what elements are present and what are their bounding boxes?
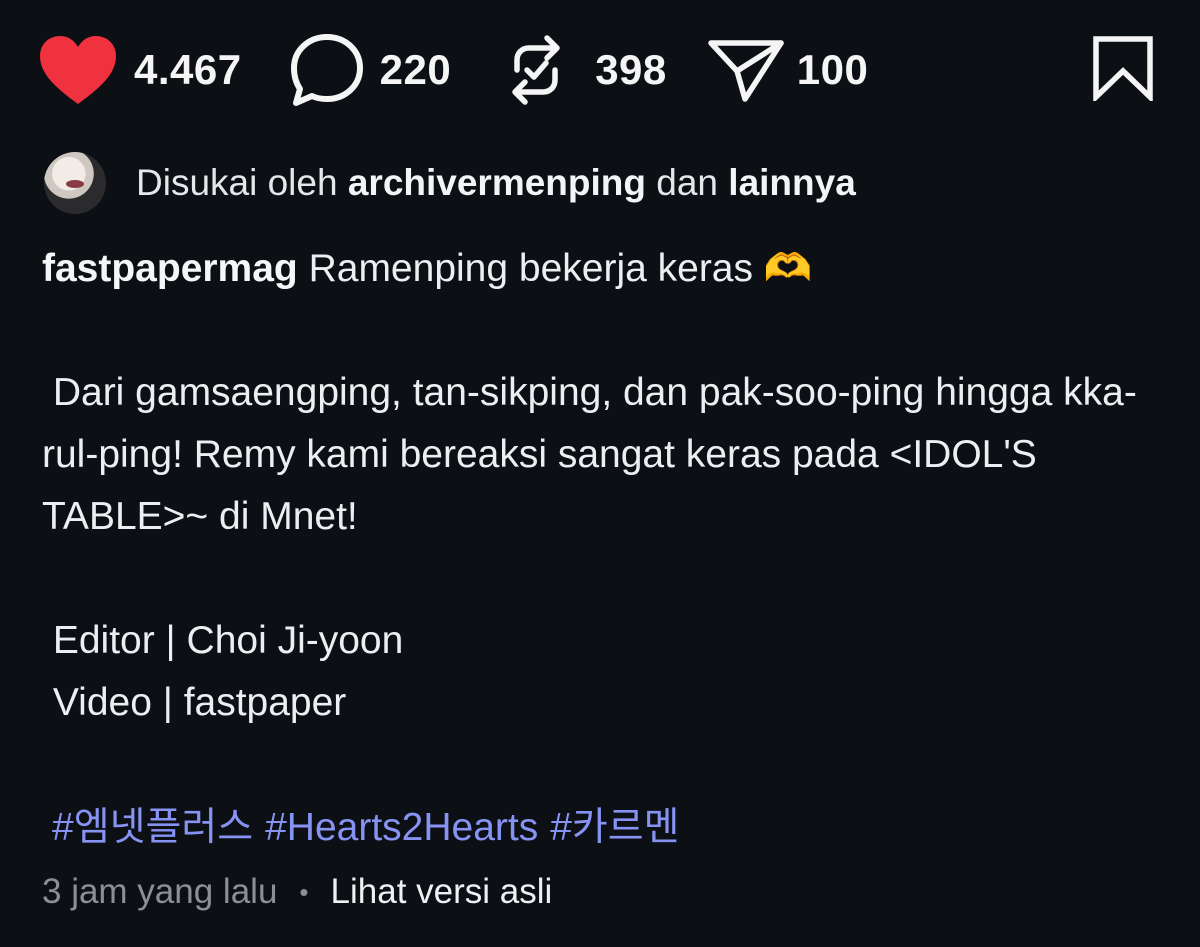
post-username[interactable]: fastpapermag: [42, 247, 298, 290]
repost-icon: [512, 35, 560, 105]
caption-video: Video | fastpaper: [42, 681, 347, 724]
hashtag-link[interactable]: #엠넷플러스: [52, 806, 253, 849]
heart-icon: [40, 36, 116, 104]
caption-body: Dari gamsaengping, tan-sikping, dan pak-…: [42, 371, 1137, 538]
caption-title: Ramenping bekerja keras 🫶: [308, 247, 813, 290]
repost-button[interactable]: 398: [503, 30, 667, 110]
liked-by-conjunction: dan: [656, 162, 719, 203]
post-footer: 3 jam yang lalu • Lihat versi asli: [42, 872, 552, 912]
liked-by-user-link[interactable]: archivermenping: [348, 162, 646, 203]
avatar[interactable]: [44, 152, 106, 214]
action-bar: 4.467 220 398 100: [38, 28, 1154, 112]
liked-by-prefix: Disukai oleh: [136, 162, 338, 203]
caption-editor: Editor | Choi Ji-yoon: [42, 619, 404, 662]
post-timestamp: 3 jam yang lalu: [42, 872, 278, 911]
comment-count: 220: [379, 46, 452, 93]
separator-dot: •: [299, 876, 309, 907]
send-icon: [708, 40, 784, 102]
liked-by-row: Disukai oleh archivermenping dan lainnya: [44, 152, 856, 214]
comment-button[interactable]: 220: [288, 31, 452, 109]
liked-by-others-link[interactable]: lainnya: [728, 162, 856, 203]
hashtag-link[interactable]: #Hearts2Hearts: [265, 806, 538, 849]
comment-bubble-icon: [290, 34, 363, 106]
hashtag-list: #엠넷플러스 #Hearts2Hearts #카르멘: [52, 796, 692, 852]
like-button[interactable]: 4.467: [38, 34, 242, 106]
share-button[interactable]: 100: [707, 37, 869, 103]
see-original-link[interactable]: Lihat versi asli: [331, 872, 553, 912]
share-count: 100: [796, 46, 869, 93]
hashtag-link[interactable]: #카르멘: [550, 806, 679, 849]
bookmark-button[interactable]: [1092, 35, 1154, 106]
post-detail: 4.467 220 398 100 Disukai oleh archiverm…: [0, 0, 1200, 947]
repost-count: 398: [595, 46, 667, 93]
like-count: 4.467: [134, 46, 242, 93]
bookmark-icon: [1093, 35, 1153, 103]
post-caption: fastpapermag Ramenping bekerja keras 🫶 D…: [42, 238, 1162, 734]
